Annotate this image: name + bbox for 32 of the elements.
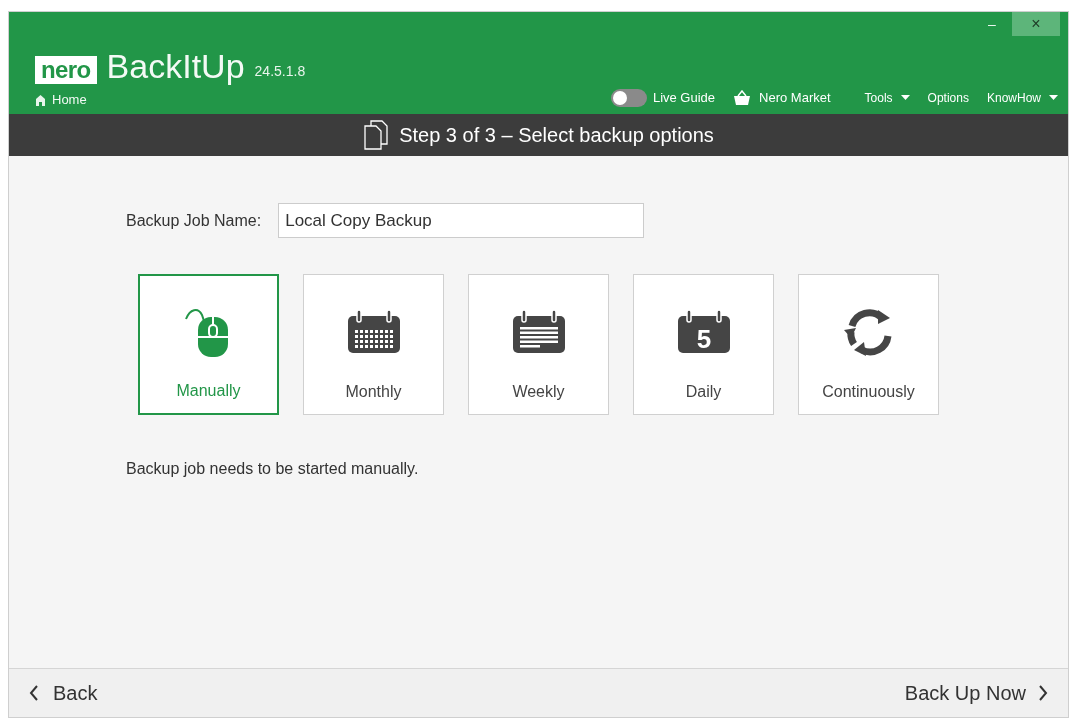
market-link[interactable]: Nero Market	[733, 88, 831, 108]
documents-icon	[363, 120, 390, 150]
caret-icon	[1049, 95, 1058, 101]
menu-item[interactable]: Options	[927, 88, 969, 107]
schedule-option[interactable]: Manually	[138, 274, 279, 415]
basket-icon	[733, 89, 752, 106]
chevron-right-icon	[1038, 685, 1048, 701]
menu-item[interactable]: Tools	[864, 88, 910, 107]
chevron-left-icon	[29, 685, 39, 701]
job-name-label: Backup Job Name:	[126, 210, 262, 231]
calendar-lines-icon	[511, 310, 566, 354]
logo: nero	[35, 56, 97, 84]
app-title: BackItUp	[106, 48, 245, 84]
home-icon	[35, 93, 46, 106]
schedule-option[interactable]: 5 Daily	[633, 274, 774, 415]
menu-item[interactable]: KnowHow	[986, 88, 1058, 107]
version-text: 24.5.1.8	[254, 62, 306, 81]
step-title: Step 3 of 3 – Select backup options	[399, 123, 714, 148]
close-button[interactable]: ×	[1012, 12, 1060, 36]
live-guide-toggle[interactable]	[610, 88, 647, 107]
back-up-now-button[interactable]: Back Up Now	[904, 678, 1048, 708]
schedule-option[interactable]: Weekly	[468, 274, 609, 415]
description-text: Backup job needs to be started manually.	[126, 459, 420, 479]
calendar-grid-icon	[346, 310, 401, 354]
schedule-option[interactable]: Continuously	[798, 274, 939, 415]
back-button[interactable]: Back	[29, 678, 98, 708]
job-name-field[interactable]: Local Copy Backup	[278, 203, 645, 238]
caret-icon	[900, 95, 910, 101]
minimize-button[interactable]: –	[972, 12, 1012, 36]
home-link[interactable]: Home	[35, 90, 87, 110]
live-guide-label: Live Guide	[652, 89, 716, 107]
schedule-option[interactable]: Monthly	[303, 274, 444, 415]
